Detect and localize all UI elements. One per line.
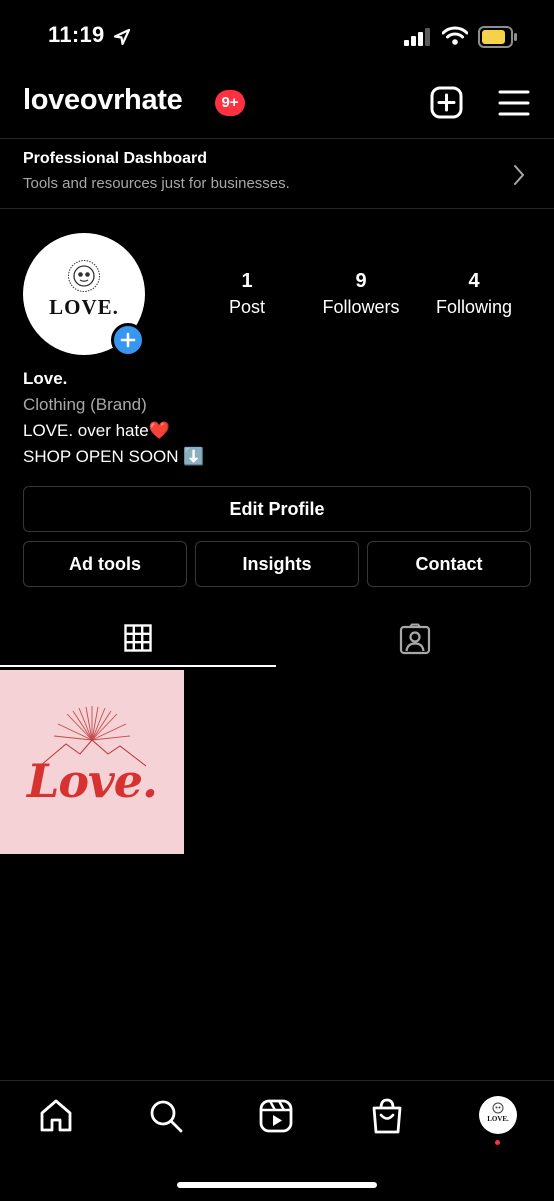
stat-followers[interactable]: 9 Followers xyxy=(306,268,416,320)
wifi-icon xyxy=(442,26,468,45)
add-story-button[interactable] xyxy=(111,323,145,357)
stat-posts[interactable]: 1 Post xyxy=(192,268,302,320)
ad-tools-button[interactable]: Ad tools xyxy=(23,541,187,587)
tagged-person-icon xyxy=(399,623,431,655)
battery-icon xyxy=(478,26,517,48)
post-love-text: Love. xyxy=(26,754,158,808)
stat-value: 4 xyxy=(468,270,480,292)
plus-icon xyxy=(120,332,136,348)
stat-value: 1 xyxy=(241,270,253,292)
notification-dot xyxy=(495,1140,500,1145)
tab-tagged[interactable] xyxy=(278,612,554,666)
dashboard-subtitle: Tools and resources just for businesses. xyxy=(23,175,290,192)
home-indicator[interactable] xyxy=(177,1182,377,1188)
profile-category: Clothing (Brand) xyxy=(23,395,147,414)
new-post-icon[interactable] xyxy=(430,86,463,119)
profile-nav-avatar[interactable]: LOVE. xyxy=(479,1096,517,1134)
grid-icon xyxy=(124,624,152,652)
tab-active-indicator xyxy=(0,665,276,667)
nav-avatar-text: LOVE. xyxy=(487,1115,509,1123)
sun-face-logo-icon xyxy=(68,260,100,292)
search-icon[interactable] xyxy=(148,1098,184,1134)
status-time: 11:19 xyxy=(48,22,105,47)
reels-icon[interactable] xyxy=(258,1098,294,1134)
profile-username[interactable]: loveovrhate xyxy=(23,84,183,117)
stat-label: Post xyxy=(228,297,266,317)
home-icon[interactable] xyxy=(38,1098,74,1134)
shop-bag-icon[interactable] xyxy=(369,1097,405,1135)
chevron-right-icon xyxy=(514,165,524,185)
tab-grid[interactable] xyxy=(0,612,276,666)
contact-button[interactable]: Contact xyxy=(367,541,531,587)
avatar-brand-text: LOVE. xyxy=(49,295,119,319)
notification-badge[interactable]: 9+ xyxy=(215,90,245,116)
bio-line: SHOP OPEN SOON ⬇️ xyxy=(23,447,205,466)
menu-icon[interactable] xyxy=(498,89,530,117)
stat-following[interactable]: 4 Following xyxy=(419,268,529,320)
insights-button[interactable]: Insights xyxy=(195,541,359,587)
profile-name: Love. xyxy=(23,369,68,388)
edit-profile-button[interactable]: Edit Profile xyxy=(23,486,531,532)
sun-face-logo-icon xyxy=(492,1102,504,1114)
dashboard-title: Professional Dashboard xyxy=(23,150,208,167)
location-arrow-icon xyxy=(113,28,131,46)
stat-label: Following xyxy=(435,297,513,317)
stat-label: Followers xyxy=(322,297,400,317)
post-thumbnail[interactable]: Love. xyxy=(0,670,184,854)
stat-value: 9 xyxy=(355,270,367,292)
bio-line: LOVE. over hate❤️ xyxy=(23,421,170,440)
signal-icon xyxy=(404,28,430,46)
divider xyxy=(0,208,554,209)
